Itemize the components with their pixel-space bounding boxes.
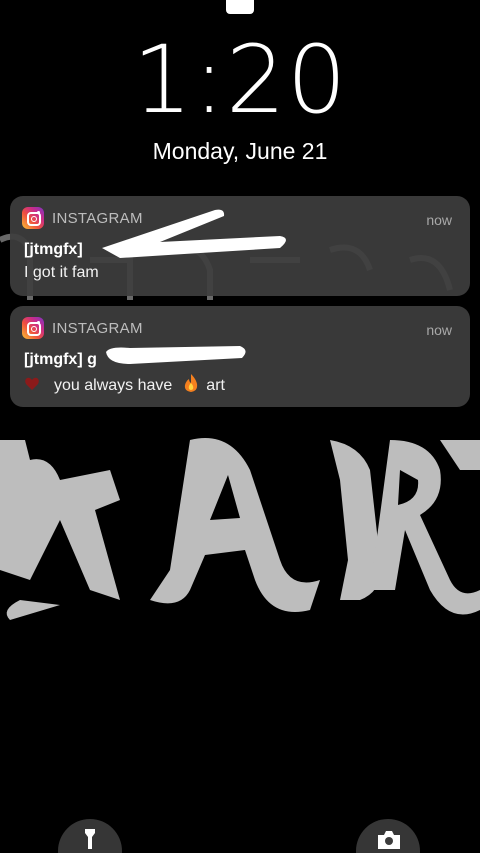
lock-screen: 1:20 Monday, June 21 INSTAGRAM now [jtmg… — [0, 0, 480, 853]
notification-card[interactable]: INSTAGRAM now [jtmgfx] g you always have… — [10, 306, 470, 407]
top-indicator — [226, 0, 254, 14]
fire-emoji-icon — [185, 374, 198, 392]
heart-emoji-icon — [25, 377, 39, 390]
notification-message: I got it fam — [24, 264, 99, 281]
message-text-part1: you always have — [54, 377, 173, 394]
message-text-part2: art — [206, 377, 225, 394]
notification-message: you always have art — [24, 373, 225, 396]
flashlight-icon — [85, 829, 95, 849]
notification-card[interactable]: INSTAGRAM now [jtmgfx] I got it fam — [10, 196, 470, 296]
clock-time: 1:20 — [132, 26, 348, 135]
clock-date: Monday, June 21 — [152, 138, 328, 164]
camera-icon — [378, 831, 400, 849]
